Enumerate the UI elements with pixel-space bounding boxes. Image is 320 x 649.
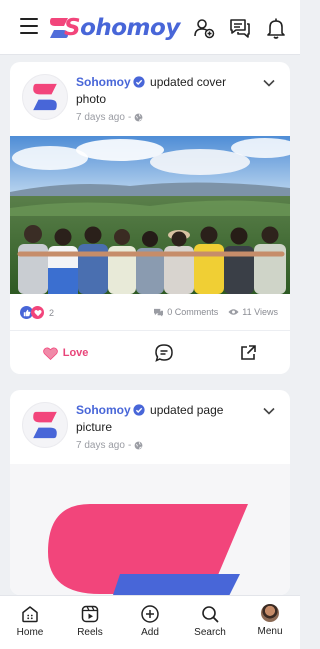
nav-add[interactable]: Add <box>120 596 180 649</box>
love-reaction-icon <box>31 306 44 319</box>
post-header: Sohomoy updated page picture 7 days ago … <box>76 402 256 454</box>
brand-name: Sohomoy <box>64 15 180 41</box>
search-icon <box>202 606 219 623</box>
logo-mark-icon <box>33 83 57 111</box>
post-card: Sohomoy updated cover photo 7 days ago - <box>10 62 290 374</box>
comment-icon <box>155 344 173 362</box>
divider <box>10 330 290 331</box>
post-meta: 7 days ago - <box>76 109 256 126</box>
reaction-count: 2 <box>49 307 55 318</box>
nav-search[interactable]: Search <box>180 596 240 649</box>
notification-bell-icon[interactable] <box>264 16 288 40</box>
top-bar: Sohomoy <box>0 0 300 55</box>
large-logo-mark <box>48 504 248 595</box>
nav-search-label: Search <box>194 627 226 638</box>
user-avatar <box>261 604 279 622</box>
chevron-down-icon[interactable] <box>262 406 276 416</box>
meta-separator: - <box>127 112 132 123</box>
chevron-down-icon[interactable] <box>262 78 276 88</box>
author-name[interactable]: Sohomoy <box>76 75 131 89</box>
add-friend-icon[interactable] <box>192 16 216 40</box>
nav-home[interactable]: Home <box>0 596 60 649</box>
nav-reels-label: Reels <box>77 627 103 638</box>
love-label: Love <box>62 347 89 359</box>
globe-icon <box>134 441 143 450</box>
nav-add-label: Add <box>141 627 159 638</box>
post-card: Sohomoy updated page picture 7 days ago … <box>10 390 290 595</box>
share-button[interactable] <box>239 344 257 362</box>
logo-mark-icon <box>33 411 57 439</box>
nav-home-label: Home <box>16 627 44 638</box>
comment-button[interactable] <box>154 343 174 363</box>
brand-logo[interactable]: Sohomoy <box>46 13 180 43</box>
post-actions: Love <box>10 338 290 368</box>
author-name[interactable]: Sohomoy <box>76 403 131 417</box>
views-text: 11 Views <box>242 307 278 317</box>
reels-icon <box>81 605 99 623</box>
meta-separator: - <box>127 440 132 451</box>
bottom-nav: Home Reels Add Search Menu <box>0 595 300 649</box>
comments-text: 0 Comments <box>167 307 219 317</box>
cover-photo[interactable] <box>10 136 290 294</box>
heart-icon <box>42 347 58 360</box>
verified-badge-icon <box>133 404 145 416</box>
comments-count[interactable]: 0 Comments <box>153 307 218 317</box>
messages-icon[interactable] <box>228 16 252 40</box>
post-stats: 2 0 Comments 11 Views <box>10 302 290 324</box>
post-time: 7 days ago <box>76 440 125 451</box>
comment-bubble-icon <box>154 308 164 317</box>
nav-reels[interactable]: Reels <box>60 596 120 649</box>
verified-badge-icon <box>133 76 145 88</box>
eye-icon <box>228 309 239 315</box>
nav-menu-label: Menu <box>257 626 283 637</box>
love-button[interactable]: Love <box>42 347 89 360</box>
post-header: Sohomoy updated cover photo 7 days ago - <box>76 74 256 126</box>
nav-menu[interactable]: Menu <box>240 596 300 649</box>
post-meta: 7 days ago - <box>76 437 256 454</box>
share-icon <box>241 345 257 360</box>
hamburger-menu-icon[interactable] <box>20 18 38 34</box>
globe-icon <box>134 113 143 122</box>
author-avatar[interactable] <box>22 402 68 448</box>
reaction-summary[interactable]: 2 <box>20 306 54 319</box>
author-avatar[interactable] <box>22 74 68 120</box>
home-icon <box>22 606 38 623</box>
add-circle-icon <box>141 605 159 623</box>
views-count: 11 Views <box>228 307 278 317</box>
post-time: 7 days ago <box>76 112 125 123</box>
page-picture[interactable] <box>10 464 290 595</box>
